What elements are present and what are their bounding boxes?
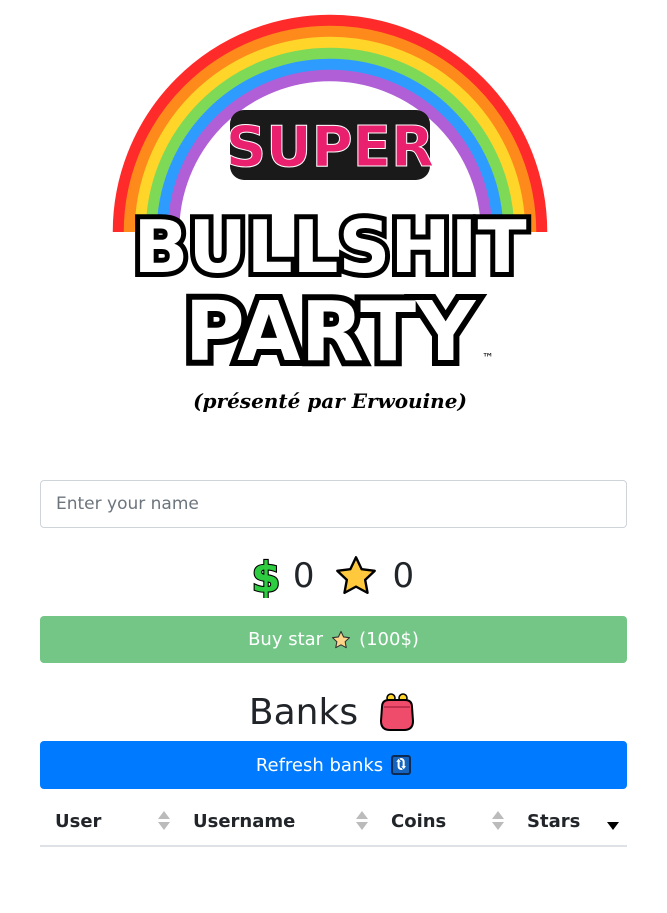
name-input[interactable]: [40, 480, 627, 528]
dollar-icon: $: [253, 554, 279, 598]
column-label: Stars: [527, 811, 581, 832]
logo-party-text: PARTY: [185, 285, 477, 380]
column-label: User: [55, 811, 102, 832]
sort-desc-icon: [607, 811, 619, 833]
column-label: Coins: [391, 811, 447, 832]
buy-star-label: Buy star: [248, 629, 324, 650]
super-bullshit-party-logo: SUPER BULLSHIT PARTY ™ (présenté par Erw…: [100, 10, 560, 430]
refresh-icon: 🔃︎: [391, 755, 412, 775]
refresh-banks-label: Refresh banks: [255, 754, 384, 776]
logo-graphic: SUPER BULLSHIT PARTY ™ (présenté par Erw…: [112, 14, 548, 415]
refresh-banks-button[interactable]: Refresh banks 🔃︎: [40, 741, 627, 789]
sort-icon: [158, 811, 170, 833]
logo-bullshit-text: BULLSHIT: [133, 205, 526, 289]
trademark-text: ™: [482, 351, 494, 365]
logo-tagline: (présenté par Erwouine): [193, 389, 467, 413]
star-count: 0: [392, 556, 415, 596]
logo-super-text: SUPER: [226, 115, 434, 180]
column-header-username[interactable]: Username: [178, 798, 376, 847]
svg-text:$: $: [253, 554, 279, 598]
coin-count: 0: [292, 556, 315, 596]
sort-icon: [356, 811, 368, 833]
banks-title: Banks: [248, 691, 359, 733]
column-header-coins[interactable]: Coins: [376, 798, 512, 847]
star-icon: [335, 556, 376, 595]
wallet-summary: $ 0 0: [0, 548, 667, 604]
column-header-stars[interactable]: Stars: [512, 798, 627, 847]
banks-table: User Username Coins Stars: [40, 798, 627, 847]
star-icon: [332, 630, 351, 648]
sort-icon: [492, 811, 504, 833]
banks-header: Banks: [0, 682, 667, 742]
column-label: Username: [193, 811, 296, 832]
column-header-user[interactable]: User: [40, 798, 178, 847]
buy-star-price: (100$): [359, 629, 419, 650]
buy-star-button[interactable]: Buy star (100$): [40, 616, 627, 663]
purse-icon: [380, 693, 415, 731]
